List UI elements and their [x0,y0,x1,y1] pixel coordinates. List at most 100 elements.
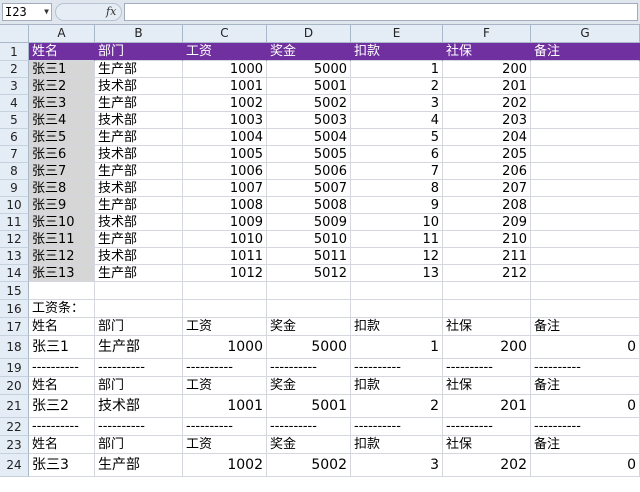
cell-c24[interactable]: 1002 [183,454,267,477]
cell-f8[interactable]: 206 [443,163,531,180]
cell-b10[interactable]: 生产部 [95,197,183,214]
cell-b6[interactable]: 生产部 [95,129,183,146]
cell-g10[interactable] [531,197,640,214]
cell-g7[interactable] [531,146,640,163]
cell-d21[interactable]: 5001 [267,395,351,418]
cell-f17[interactable]: 社保 [443,318,531,336]
row-header-16[interactable]: 16 [0,300,29,318]
cell-f10[interactable]: 208 [443,197,531,214]
cell-c9[interactable]: 1007 [183,180,267,197]
cell-d1[interactable]: 奖金 [267,43,351,61]
cell-f24[interactable]: 202 [443,454,531,477]
cell-d23[interactable]: 奖金 [267,436,351,454]
cell-a3[interactable]: 张三2 [29,78,95,95]
cell-b14[interactable]: 生产部 [95,265,183,282]
cell-d14[interactable]: 5012 [267,265,351,282]
cell-f1[interactable]: 社保 [443,43,531,61]
cell-g21[interactable]: 0 [531,395,640,418]
cell-e13[interactable]: 12 [351,248,443,265]
cell-b15[interactable] [95,282,183,300]
row-header-1[interactable]: 1 [0,43,29,61]
cell-g2[interactable] [531,61,640,78]
cell-a14[interactable]: 张三13 [29,265,95,282]
cell-e11[interactable]: 10 [351,214,443,231]
cell-g11[interactable] [531,214,640,231]
cell-e12[interactable]: 11 [351,231,443,248]
cell-c20[interactable]: 工资 [183,377,267,395]
row-header-8[interactable]: 8 [0,163,29,180]
cell-e4[interactable]: 3 [351,95,443,112]
cell-b13[interactable]: 技术部 [95,248,183,265]
cell-d13[interactable]: 5011 [267,248,351,265]
formula-input[interactable] [124,3,638,21]
cell-f4[interactable]: 202 [443,95,531,112]
cell-b11[interactable]: 技术部 [95,214,183,231]
row-header-13[interactable]: 13 [0,248,29,265]
cell-e24[interactable]: 3 [351,454,443,477]
row-header-18[interactable]: 18 [0,336,29,359]
cell-a17[interactable]: 姓名 [29,318,95,336]
row-header-20[interactable]: 20 [0,377,29,395]
cell-f19[interactable]: ---------- [443,359,531,377]
cell-a16[interactable]: 工资条： [29,300,95,318]
cell-e22[interactable]: ---------- [351,418,443,436]
cell-d10[interactable]: 5008 [267,197,351,214]
cell-c5[interactable]: 1003 [183,112,267,129]
cell-b7[interactable]: 技术部 [95,146,183,163]
cell-f14[interactable]: 212 [443,265,531,282]
cell-e7[interactable]: 6 [351,146,443,163]
cell-c7[interactable]: 1005 [183,146,267,163]
cell-g18[interactable]: 0 [531,336,640,359]
row-header-10[interactable]: 10 [0,197,29,214]
row-header-14[interactable]: 14 [0,265,29,282]
cell-a23[interactable]: 姓名 [29,436,95,454]
cell-a18[interactable]: 张三1 [29,336,95,359]
cell-e1[interactable]: 扣款 [351,43,443,61]
cell-e10[interactable]: 9 [351,197,443,214]
cell-c12[interactable]: 1010 [183,231,267,248]
cell-a9[interactable]: 张三8 [29,180,95,197]
cell-d18[interactable]: 5000 [267,336,351,359]
cell-b5[interactable]: 技术部 [95,112,183,129]
cell-c3[interactable]: 1001 [183,78,267,95]
cell-d4[interactable]: 5002 [267,95,351,112]
cell-a24[interactable]: 张三3 [29,454,95,477]
cell-c13[interactable]: 1011 [183,248,267,265]
row-header-6[interactable]: 6 [0,129,29,146]
cell-c1[interactable]: 工资 [183,43,267,61]
cell-f11[interactable]: 209 [443,214,531,231]
cell-e20[interactable]: 扣款 [351,377,443,395]
cell-e15[interactable] [351,282,443,300]
cell-a11[interactable]: 张三10 [29,214,95,231]
cell-c4[interactable]: 1002 [183,95,267,112]
row-header-4[interactable]: 4 [0,95,29,112]
cell-a5[interactable]: 张三4 [29,112,95,129]
name-box[interactable]: I23 ▼ [2,3,52,21]
row-header-24[interactable]: 24 [0,454,29,477]
cell-c11[interactable]: 1009 [183,214,267,231]
cell-f15[interactable] [443,282,531,300]
cell-d3[interactable]: 5001 [267,78,351,95]
cell-b21[interactable]: 技术部 [95,395,183,418]
cell-g19[interactable]: ---------- [531,359,640,377]
cell-d7[interactable]: 5005 [267,146,351,163]
row-header-11[interactable]: 11 [0,214,29,231]
cell-b19[interactable]: ---------- [95,359,183,377]
cell-g20[interactable]: 备注 [531,377,640,395]
cell-d6[interactable]: 5004 [267,129,351,146]
cell-g4[interactable] [531,95,640,112]
cell-g5[interactable] [531,112,640,129]
column-header-f[interactable]: F [443,25,531,43]
row-header-7[interactable]: 7 [0,146,29,163]
cell-b16[interactable] [95,300,183,318]
cell-d24[interactable]: 5002 [267,454,351,477]
column-header-d[interactable]: D [267,25,351,43]
cell-d15[interactable] [267,282,351,300]
column-header-b[interactable]: B [95,25,183,43]
cell-f12[interactable]: 210 [443,231,531,248]
cell-e5[interactable]: 4 [351,112,443,129]
cell-a13[interactable]: 张三12 [29,248,95,265]
cell-d11[interactable]: 5009 [267,214,351,231]
cell-b3[interactable]: 技术部 [95,78,183,95]
cell-b17[interactable]: 部门 [95,318,183,336]
